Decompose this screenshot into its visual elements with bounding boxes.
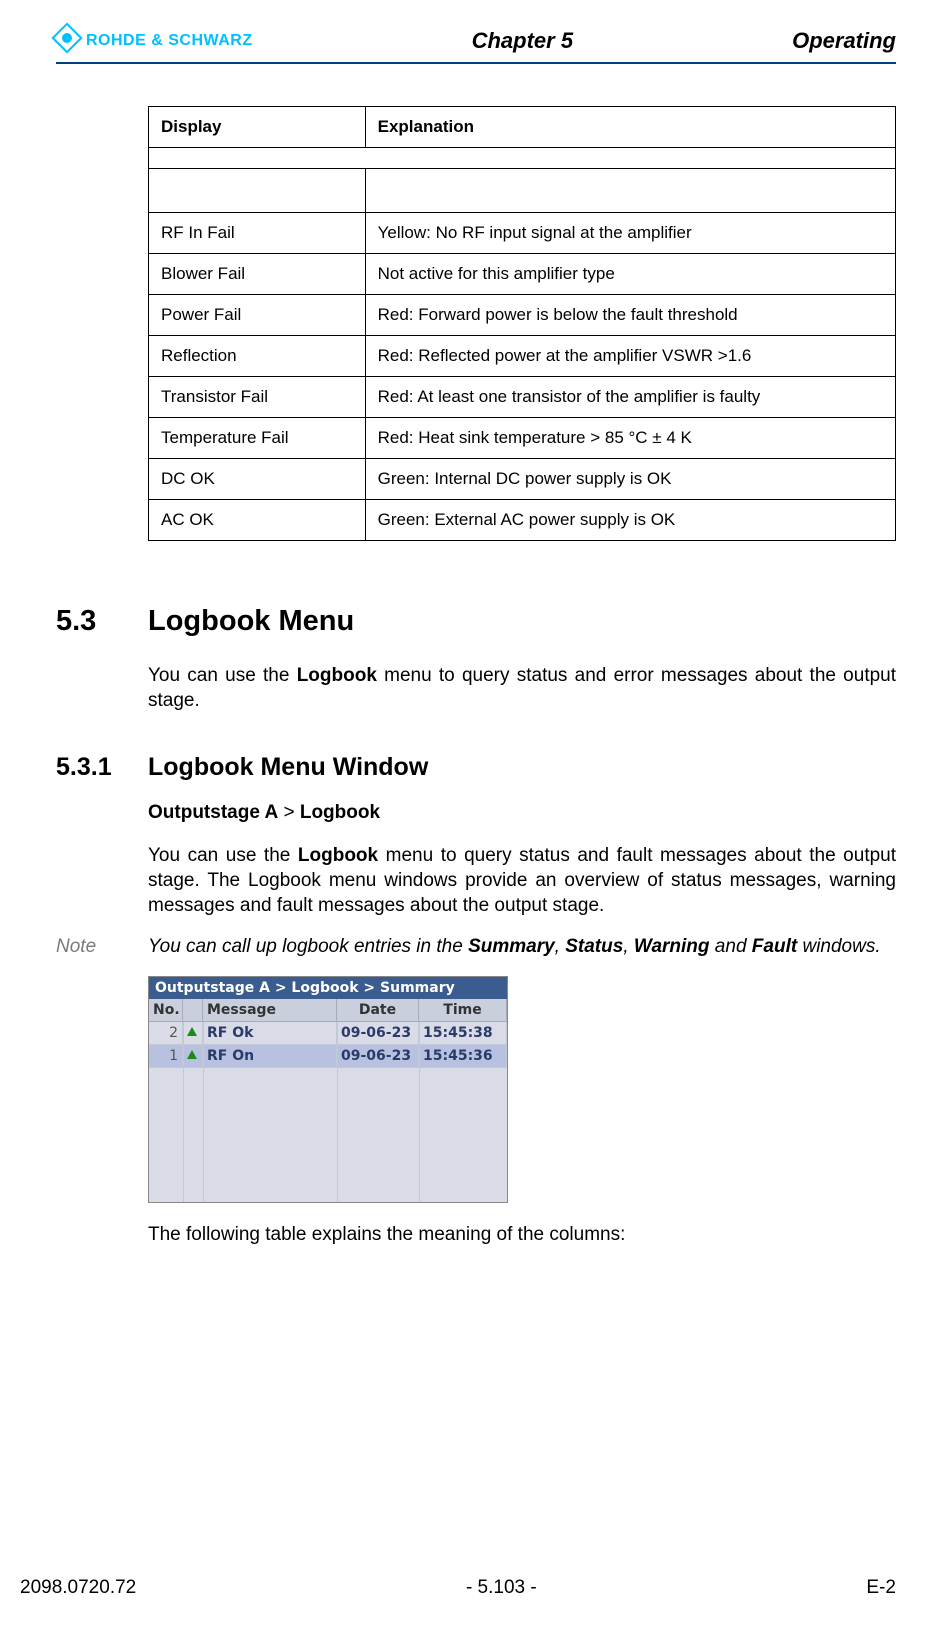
footer-right: E-2 xyxy=(866,1577,896,1599)
window-titlebar: Outputstage A > Logbook > Summary xyxy=(149,977,507,999)
footer-left: 2098.0720.72 xyxy=(20,1577,136,1599)
section-5-3-1-p1: You can use the Logbook menu to query st… xyxy=(148,844,896,918)
breadcrumb: Outputstage A > Logbook xyxy=(148,802,896,824)
logbook-row[interactable]: 2 RF Ok 09-06-23 15:45:38 xyxy=(149,1022,507,1045)
page-footer: 2098.0720.72 - 5.103 - E-2 xyxy=(20,1577,896,1599)
heading-number: 5.3 xyxy=(56,605,148,638)
section-title: Operating xyxy=(792,28,896,54)
section-5-3-intro: You can use the Logbook menu to query st… xyxy=(148,664,896,713)
table-row: Power FailRed: Forward power is below th… xyxy=(149,295,896,336)
col-no: No. xyxy=(149,999,183,1022)
logbook-row[interactable]: 1 RF On 09-06-23 15:45:36 xyxy=(149,1045,507,1068)
chapter-title: Chapter 5 xyxy=(472,28,573,54)
page-header: ROHDE & SCHWARZ Chapter 5 Operating xyxy=(56,28,896,64)
th-display: Display xyxy=(149,107,366,148)
note-block: Note You can call up logbook entries in … xyxy=(56,936,896,958)
logo-icon xyxy=(51,22,82,53)
logbook-window: Outputstage A > Logbook > Summary No. Me… xyxy=(148,976,508,1203)
logo-text: ROHDE & SCHWARZ xyxy=(86,32,253,50)
arrow-up-icon xyxy=(183,1022,203,1045)
logbook-rows: 2 RF Ok 09-06-23 15:45:38 1 RF On 09-06-… xyxy=(149,1022,507,1202)
display-table: Display Explanation RF In FailYellow: No… xyxy=(148,106,896,541)
display-table-wrapper: Display Explanation RF In FailYellow: No… xyxy=(148,106,896,541)
table-row: Blower FailNot active for this amplifier… xyxy=(149,254,896,295)
table-row: Transistor FailRed: At least one transis… xyxy=(149,377,896,418)
table-row: ReflectionRed: Reflected power at the am… xyxy=(149,336,896,377)
col-time: Time xyxy=(419,999,507,1022)
heading-text: Logbook Menu xyxy=(148,605,354,638)
table-row: AC OKGreen: External AC power supply is … xyxy=(149,500,896,541)
footer-center: - 5.103 - xyxy=(466,1577,537,1599)
note-label: Note xyxy=(56,936,148,958)
heading-5-3-1: 5.3.1 Logbook Menu Window xyxy=(56,753,896,782)
col-msg: Message xyxy=(203,999,337,1022)
logbook-screenshot: Outputstage A > Logbook > Summary No. Me… xyxy=(148,976,896,1203)
arrow-up-icon xyxy=(183,1045,203,1068)
table-row xyxy=(149,169,896,213)
table-row: RF In FailYellow: No RF input signal at … xyxy=(149,213,896,254)
table-row: DC OKGreen: Internal DC power supply is … xyxy=(149,459,896,500)
th-explanation: Explanation xyxy=(365,107,895,148)
table-row: Temperature FailRed: Heat sink temperatu… xyxy=(149,418,896,459)
heading-5-3: 5.3 Logbook Menu xyxy=(56,605,896,638)
logbook-columns: No. Message Date Time xyxy=(149,999,507,1022)
after-screenshot-text: The following table explains the meaning… xyxy=(148,1223,896,1248)
col-icon xyxy=(183,999,203,1022)
brand-logo: ROHDE & SCHWARZ xyxy=(56,32,253,50)
table-header-row: Display Explanation xyxy=(149,107,896,148)
heading-number: 5.3.1 xyxy=(56,753,148,782)
note-text: You can call up logbook entries in the S… xyxy=(148,936,896,958)
heading-text: Logbook Menu Window xyxy=(148,753,428,782)
col-date: Date xyxy=(337,999,419,1022)
